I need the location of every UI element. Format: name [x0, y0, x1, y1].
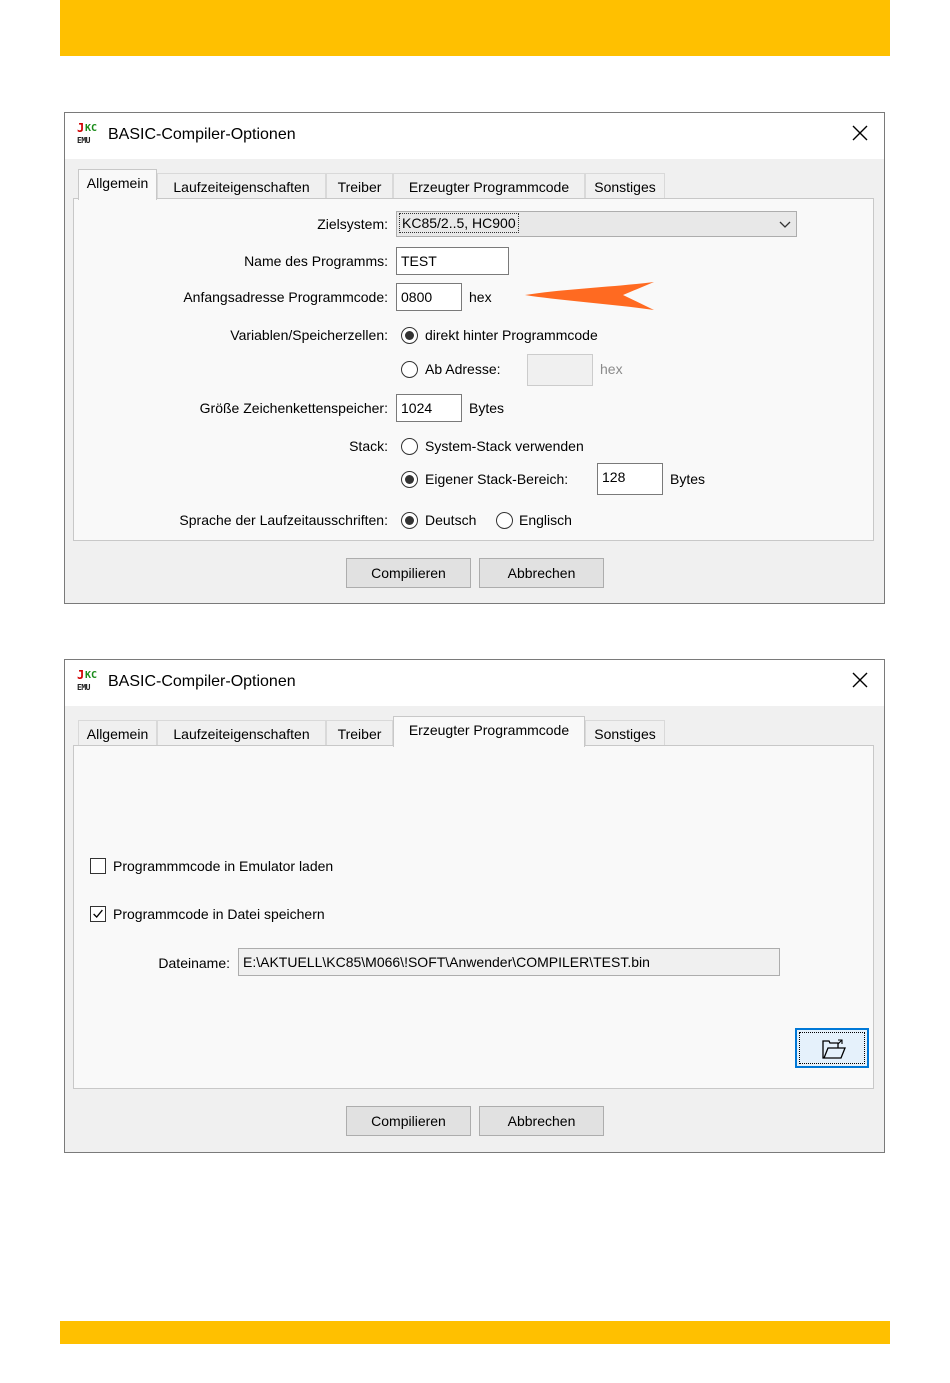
- language-english-label: Englisch: [519, 512, 572, 528]
- zielsystem-value: KC85/2..5, HC900: [399, 213, 519, 233]
- compiler-options-dialog-code: J KC EMU BASIC-Compiler-Optionen Allgemein…: [64, 659, 885, 1153]
- dialog-title: BASIC-Compiler-Optionen: [108, 126, 296, 143]
- tab-bar: Allgemein Laufzeiteigenschaften Treiber …: [74, 169, 774, 200]
- compiler-options-dialog-general: J KC EMU BASIC-Compiler-Optionen Allgemein…: [64, 112, 885, 604]
- var-address-unit: hex: [600, 361, 623, 377]
- browse-folder-button[interactable]: [795, 1028, 869, 1068]
- tab-laufzeiteigenschaften[interactable]: Laufzeiteigenschaften: [157, 720, 326, 747]
- compile-button[interactable]: Compilieren: [346, 558, 471, 588]
- string-memory-input[interactable]: 1024: [396, 394, 462, 422]
- system-stack-radio[interactable]: [401, 438, 418, 455]
- title-bar: J KC EMU BASIC-Compiler-Optionen: [65, 113, 884, 159]
- tab-bar: Allgemein Laufzeiteigenschaften Treiber …: [74, 716, 774, 747]
- load-emulator-checkbox[interactable]: [90, 858, 106, 874]
- open-folder-icon: [822, 1039, 846, 1059]
- stack-size-unit: Bytes: [670, 471, 706, 487]
- start-address-unit: hex: [469, 289, 492, 305]
- program-name-input[interactable]: TEST: [396, 247, 509, 275]
- var-after-code-radio[interactable]: [401, 327, 418, 344]
- tab-laufzeiteigenschaften[interactable]: Laufzeiteigenschaften: [157, 173, 326, 200]
- jkcemu-app-icon: J KC EMU: [77, 121, 98, 145]
- filename-input[interactable]: E:\AKTUELL\KC85\M066\!SOFT\Anwender\COMP…: [238, 948, 780, 976]
- code-tab-panel: Programmmcode in Emulator laden Programm…: [73, 745, 874, 1089]
- cancel-button[interactable]: Abbrechen: [479, 1106, 604, 1136]
- title-bar: J KC EMU BASIC-Compiler-Optionen: [65, 660, 884, 706]
- load-emulator-label: Programmmcode in Emulator laden: [113, 858, 334, 874]
- var-address-input[interactable]: [527, 354, 593, 386]
- tab-treiber[interactable]: Treiber: [326, 173, 393, 200]
- own-stack-label: Eigener Stack-Bereich:: [425, 471, 569, 487]
- var-after-code-label: direkt hinter Programmcode: [425, 327, 598, 343]
- variables-label: Variablen/Speicherzellen:: [230, 327, 388, 343]
- zielsystem-label: Zielsystem:: [317, 216, 388, 232]
- close-icon[interactable]: [850, 670, 870, 690]
- save-file-checkbox[interactable]: [90, 906, 106, 922]
- language-german-label: Deutsch: [425, 512, 477, 528]
- system-stack-label: System-Stack verwenden: [425, 438, 584, 454]
- tab-allgemein[interactable]: Allgemein: [78, 720, 157, 747]
- checkmark-icon: [93, 909, 103, 919]
- language-german-radio[interactable]: [401, 512, 418, 529]
- program-name-label: Name des Programms:: [244, 253, 388, 269]
- header-accent-bar: [60, 0, 890, 56]
- stack-size-input[interactable]: 128: [597, 463, 663, 495]
- var-at-address-label: Ab Adresse:: [425, 361, 501, 377]
- own-stack-radio[interactable]: [401, 471, 418, 488]
- chevron-down-icon: [779, 221, 791, 228]
- general-tab-panel: Zielsystem: KC85/2..5, HC900 Name des Pr…: [73, 198, 874, 541]
- filename-label: Dateiname:: [158, 955, 230, 971]
- tab-sonstiges[interactable]: Sonstiges: [585, 720, 665, 747]
- close-icon[interactable]: [850, 123, 870, 143]
- tab-treiber[interactable]: Treiber: [326, 720, 393, 747]
- language-english-radio[interactable]: [496, 512, 513, 529]
- start-address-label: Anfangsadresse Programmcode:: [183, 289, 388, 305]
- tab-erzeugter-programmcode[interactable]: Erzeugter Programmcode: [393, 716, 585, 747]
- string-memory-unit: Bytes: [469, 400, 505, 416]
- footer-accent-bar: [60, 1321, 890, 1344]
- annotation-arrow-icon: [525, 282, 654, 310]
- zielsystem-select[interactable]: KC85/2..5, HC900: [396, 211, 797, 237]
- tab-erzeugter-programmcode[interactable]: Erzeugter Programmcode: [393, 173, 585, 200]
- cancel-button[interactable]: Abbrechen: [479, 558, 604, 588]
- var-at-address-radio[interactable]: [401, 361, 418, 378]
- save-file-label: Programmcode in Datei speichern: [113, 906, 325, 922]
- stack-label: Stack:: [349, 438, 388, 454]
- string-memory-label: Größe Zeichenkettenspeicher:: [199, 400, 388, 416]
- tab-allgemein[interactable]: Allgemein: [78, 169, 157, 200]
- compile-button[interactable]: Compilieren: [346, 1106, 471, 1136]
- language-label: Sprache der Laufzeitausschriften:: [179, 512, 388, 528]
- jkcemu-app-icon: J KC EMU: [77, 668, 98, 692]
- tab-sonstiges[interactable]: Sonstiges: [585, 173, 665, 200]
- start-address-input[interactable]: 0800: [396, 283, 462, 311]
- dialog-title: BASIC-Compiler-Optionen: [108, 673, 296, 690]
